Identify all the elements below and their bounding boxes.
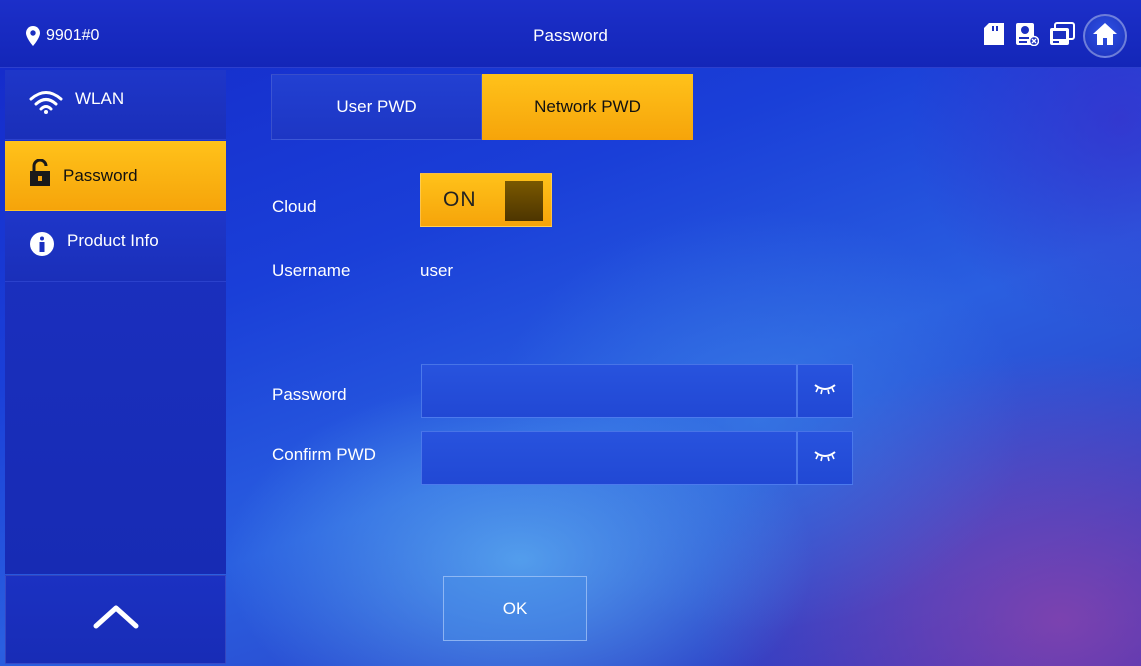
- home-button[interactable]: [1083, 14, 1127, 58]
- sidebar: WLAN Password Product Info: [5, 70, 226, 664]
- username-label: Username: [272, 261, 351, 280]
- wifi-icon: [29, 90, 63, 119]
- password-label: Password: [272, 385, 347, 404]
- tab-user-pwd[interactable]: User PWD: [271, 74, 482, 140]
- cloud-toggle[interactable]: ON: [420, 173, 552, 227]
- sidebar-item-product-info[interactable]: Product Info: [5, 212, 226, 282]
- sidebar-empty-area: [5, 282, 226, 574]
- ok-button[interactable]: OK: [443, 576, 587, 641]
- tab-network-pwd[interactable]: Network PWD: [482, 74, 693, 140]
- show-confirm-password-button[interactable]: [797, 431, 853, 485]
- sd-card-icon: [983, 22, 1005, 51]
- cloud-label: Cloud: [272, 197, 317, 216]
- username-value: user: [420, 261, 454, 280]
- title-bar: 9901#0 Password: [0, 0, 1141, 68]
- page-title: Password: [533, 26, 608, 45]
- sidebar-item-wlan[interactable]: WLAN: [5, 70, 226, 140]
- confirm-password-field[interactable]: [421, 431, 797, 485]
- sidebar-item-password[interactable]: Password: [5, 141, 226, 211]
- sidebar-item-label: Product Info: [67, 230, 159, 250]
- password-field[interactable]: [421, 364, 797, 418]
- sidebar-item-label: Password: [63, 165, 138, 185]
- camera-status-icon: [1015, 22, 1040, 51]
- info-icon: [29, 231, 55, 262]
- chevron-up-icon: [92, 604, 140, 635]
- device-status-icon: [1049, 22, 1075, 51]
- sidebar-scroll-up-button[interactable]: [5, 575, 226, 664]
- home-icon: [1092, 22, 1118, 51]
- toggle-knob: [505, 181, 543, 221]
- show-password-button[interactable]: [797, 364, 853, 418]
- cloud-toggle-state: ON: [443, 188, 477, 211]
- sidebar-item-label: WLAN: [75, 88, 125, 108]
- lock-icon: [29, 158, 51, 192]
- confirm-pwd-label: Confirm PWD: [272, 445, 376, 464]
- eye-closed-icon: [813, 449, 837, 468]
- eye-closed-icon: [813, 382, 837, 401]
